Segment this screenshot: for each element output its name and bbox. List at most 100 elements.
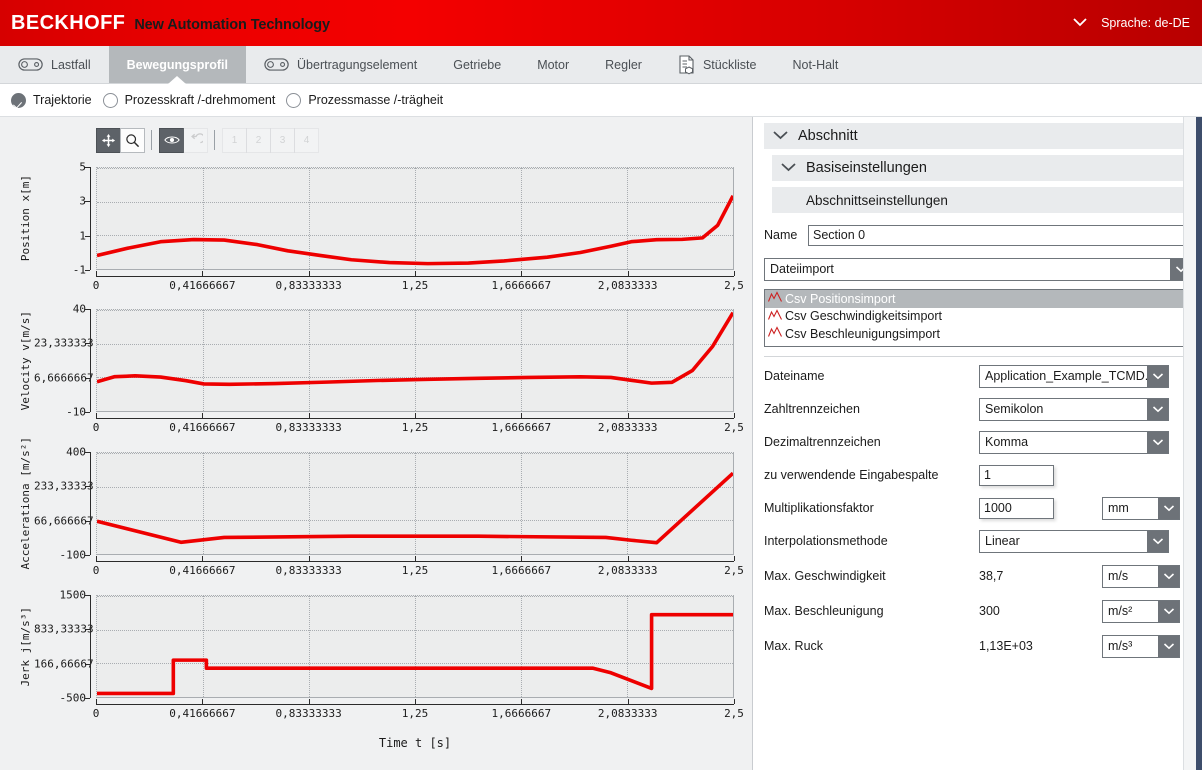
language-selector-label[interactable]: Sprache: de-DE [1101, 16, 1190, 30]
chart-select-button-4[interactable]: 4 [294, 127, 319, 153]
xtick-label: 2,5 [724, 279, 744, 292]
name-input[interactable]: Section 0 [808, 224, 1192, 246]
tab-bertragungselement[interactable]: Übertragungselement [246, 46, 435, 93]
list-item[interactable]: Csv Geschwindigkeitsimport [765, 308, 1191, 326]
unit-value: m/s³ [1108, 638, 1133, 653]
chart-position-series [97, 168, 733, 269]
accordion-abschnitt[interactable]: Abschnitt [764, 123, 1192, 149]
xtick-label: 2,5 [724, 707, 744, 720]
combo-dateiname[interactable]: Application_Example_TCMD.cs [979, 364, 1169, 388]
chevron-down-icon [780, 161, 797, 175]
ytick-label: 1 [79, 229, 86, 243]
tab-motor[interactable]: Motor [519, 46, 587, 93]
app-header: BECKHOFF New Automation Technology Sprac… [0, 0, 1202, 46]
accordion-basiseinstellungen[interactable]: Basiseinstellungen [772, 155, 1192, 181]
xtick-mark [415, 413, 416, 418]
unit-combo-max-geschwindigkeit[interactable]: m/s [1102, 564, 1180, 588]
chart-position-plotarea[interactable] [96, 167, 734, 270]
curve-icon [767, 291, 782, 306]
list-item[interactable]: Csv Positionsimport [765, 290, 1191, 308]
radio-trajektorie[interactable]: Trajektorie [11, 92, 92, 108]
chart-velocity-plotarea[interactable] [96, 309, 734, 412]
xtick-mark [627, 699, 629, 704]
accordion-abschnitt-label: Abschnitt [798, 128, 858, 144]
xtick-mark [96, 699, 97, 704]
chevron-down-icon [1158, 565, 1179, 587]
input-multiplikationsfaktor[interactable]: 1000 [979, 497, 1054, 519]
xtick-label: 1,25 [401, 707, 429, 720]
input-zu-verwendende-eingabespalte[interactable]: 1 [979, 464, 1054, 486]
chart-acceleration[interactable]: Accelerationa [m/s²] 400 233,33333 66,66666… [0, 437, 752, 570]
unit-combo-max-beschleunigung[interactable]: m/s² [1102, 599, 1180, 623]
pan-tool-button[interactable] [96, 127, 121, 153]
unit-combo-multiplikationsfaktor[interactable]: mm [1102, 496, 1180, 520]
unit-value: m/s² [1108, 603, 1133, 618]
import-mode-combo[interactable]: Dateiimport [764, 257, 1192, 281]
accordion-abschnittseinstellungen[interactable]: Abschnittseinstellungen [772, 187, 1192, 213]
chart-position[interactable]: Position x[m] 5 3 1 -1 [0, 162, 752, 276]
xaxis-line [96, 704, 734, 705]
tab-getriebe[interactable]: Getriebe [435, 46, 519, 93]
xtick-label: 2,0833333 [597, 421, 658, 434]
xtick-label: 0,83333333 [275, 564, 342, 577]
chart-velocity[interactable]: Velocity v[m/s] 40 23,333333 6,6666667 -10 [0, 304, 752, 418]
tab-regler[interactable]: Regler [587, 46, 660, 83]
chart-acceleration-xaxis: 0 0,41666667 0,83333333 1,25 1,6666667 2,0833… [93, 556, 744, 581]
zoom-tool-button[interactable] [120, 127, 145, 153]
brand-name: BECKHOFF [11, 11, 126, 34]
chevron-down-icon[interactable] [1072, 16, 1088, 30]
radio-prozesskraft-drehmoment[interactable]: Prozesskraft /-drehmoment [102, 92, 275, 108]
xtick-mark [96, 271, 97, 276]
xtick-mark [202, 271, 204, 276]
undo-button[interactable] [183, 127, 208, 153]
chart-jerk[interactable]: Jerk j[m/s³] 1500 833,33333 166,66667 -500 [0, 590, 752, 704]
import-mode-row: Dateiimport [764, 255, 1192, 283]
chart-select-button-3[interactable]: 3 [270, 127, 295, 153]
tab-lastfall[interactable]: Lastfall [0, 46, 109, 83]
chart-jerk-yticks: 1500 833,33333 166,66667 -500 [34, 590, 94, 704]
combo-value: Application_Example_TCMD.cs [985, 368, 1147, 383]
combo-value: Semikolon [985, 401, 1044, 416]
unit-combo-max-ruck[interactable]: m/s³ [1102, 634, 1180, 658]
tab-bewegungsprofil[interactable]: Bewegungsprofil [108, 46, 247, 93]
radio-label: Trajektorie [33, 93, 92, 107]
chart-panel: 1 2 3 4 Position x[m] 5 3 1 -1 0 0,41666667 0,8… [0, 117, 753, 770]
chart-acceleration-series [97, 453, 733, 554]
radio-prozessmasse-tr-gheit[interactable]: Prozessmasse /-trägheit [286, 92, 443, 108]
ylabel-line: [m] [19, 175, 33, 196]
settings-panel-scrollbar-track[interactable] [1183, 117, 1196, 770]
xtick-mark [308, 556, 310, 561]
combo-dezimaltrennzeichen[interactable]: Komma [979, 430, 1169, 454]
tab-label: Not-Halt [792, 57, 839, 72]
chart-select-button-2[interactable]: 2 [246, 127, 271, 153]
xtick-label: 0,41666667 [169, 421, 236, 434]
combo-value: Linear [985, 533, 1020, 548]
list-item[interactable]: Csv Beschleunigungsimport [765, 325, 1191, 343]
chevron-down-icon [1158, 635, 1179, 657]
chart-velocity-ylabel-text: Velocity v[m/s] [19, 311, 32, 410]
tab-not-halt[interactable]: Not-Halt [774, 46, 856, 83]
combo-zahltrennzeichen[interactable]: Semikolon [979, 397, 1169, 421]
chart-jerk-plotarea[interactable] [96, 595, 734, 698]
import-mode-value: Dateiimport [770, 261, 834, 276]
ytick-label: -100 [59, 548, 87, 562]
combo-interpolationsmethode[interactable]: Linear [979, 529, 1169, 553]
chart-position-yaxis-line [90, 167, 91, 270]
xaxis-line [96, 418, 734, 419]
chevron-down-icon [1158, 497, 1179, 519]
chart-xaxis-title: Time t [s] [378, 736, 452, 750]
gridline-horizontal [97, 269, 733, 270]
import-type-listbox[interactable]: Csv Positionsimport Csv Geschwindigkeitsi… [764, 289, 1192, 347]
xtick-label: 2,5 [724, 421, 744, 434]
xtick-mark [308, 413, 310, 418]
xtick-label: 0,41666667 [169, 707, 236, 720]
field-row-zahltrennzeichen: Zahltrennzeichen Semikolon [764, 395, 1192, 423]
tab-st-ckliste[interactable]: Stückliste [660, 46, 775, 83]
field-row-zu-verwendende-eingabespalte: zu verwendende Eingabespalte 1 [764, 461, 1192, 489]
chart-velocity-series [97, 310, 733, 411]
chart-select-button-1[interactable]: 1 [222, 127, 247, 153]
xtick-mark [202, 413, 204, 418]
visibility-toggle-button[interactable] [159, 127, 184, 153]
chart-acceleration-plotarea[interactable] [96, 452, 734, 555]
readonly-label-max-beschleunigung: Max. Beschleunigung [764, 604, 884, 618]
